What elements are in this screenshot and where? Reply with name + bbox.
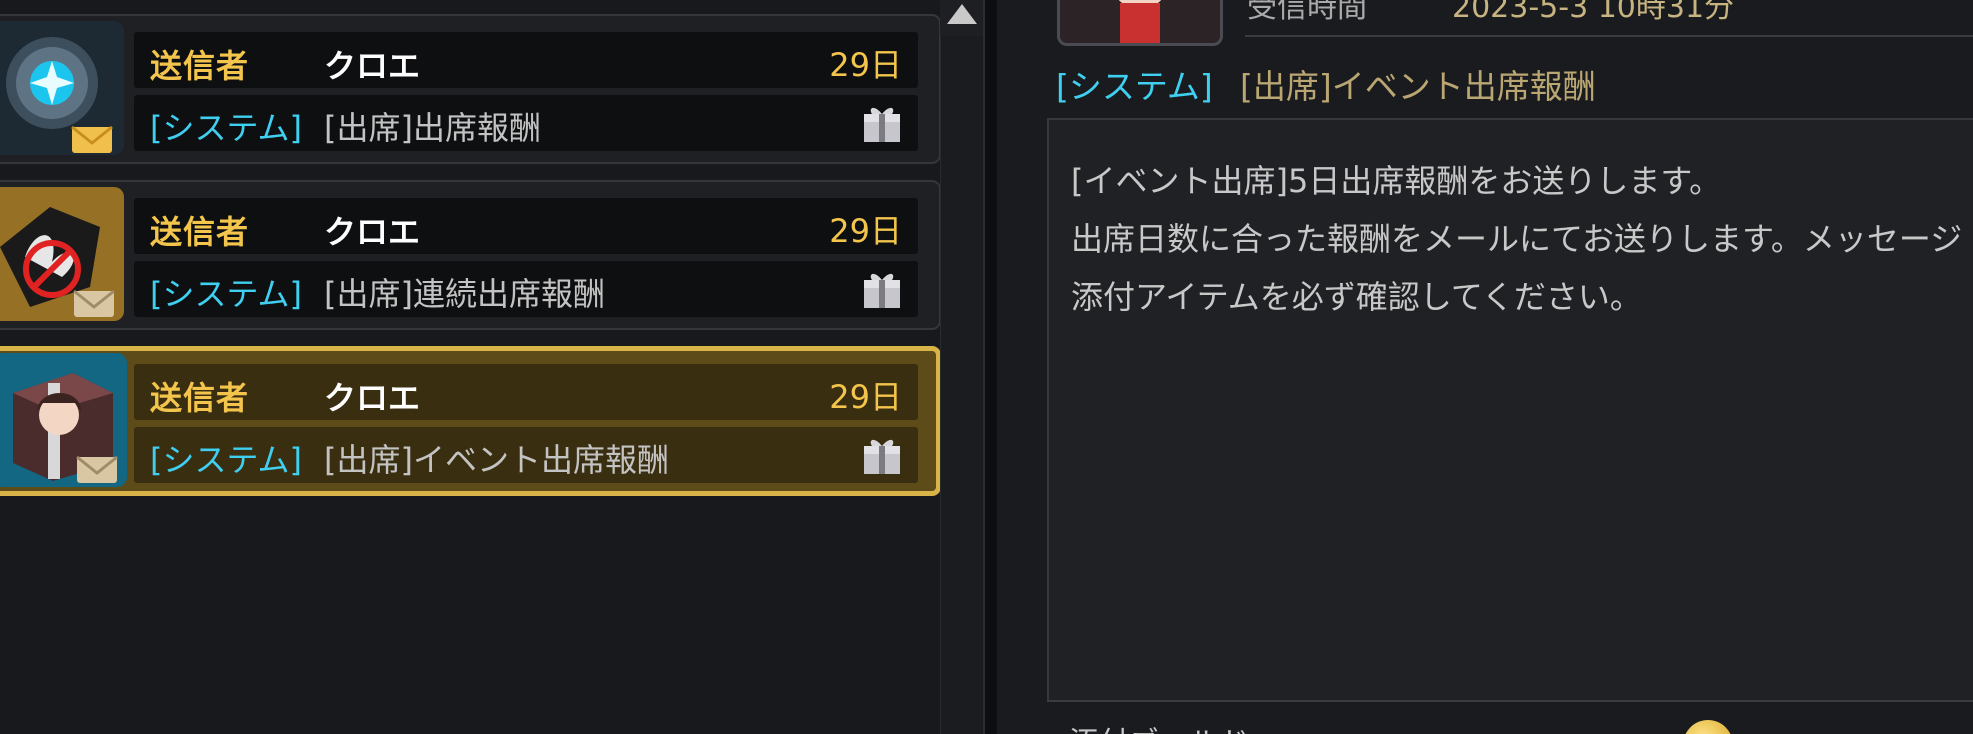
received-time-label: 受信時間 xyxy=(1247,0,1367,25)
sender-name: クロエ xyxy=(324,47,421,85)
header-divider xyxy=(1245,35,1973,37)
attachment-label: 添付ゴールド xyxy=(1069,718,1249,734)
mail-subject: [出席]出席報酬 xyxy=(324,109,541,147)
sender-avatar xyxy=(1057,0,1223,46)
glowing-crystal-icon xyxy=(0,21,124,155)
body-line: 出席日数に合った報酬をメールにてお送りします。メッセージ xyxy=(1071,220,1963,258)
sender-label: 送信者 xyxy=(150,47,250,85)
mail-subject-row: [システム] [出席]イベント出席報酬 xyxy=(134,427,918,483)
mail-list-item[interactable]: 送信者 クロエ 29日 [システム] [出席]出席報酬 xyxy=(0,14,941,164)
received-time-value: 2023-5-3 10時31分 xyxy=(1452,0,1735,25)
gift-icon xyxy=(862,268,902,310)
detail-title: [出席]イベント出席報酬 xyxy=(1240,67,1596,106)
mail-sender-row: 送信者 クロエ 29日 xyxy=(134,364,918,420)
attachment-divider xyxy=(1047,700,1973,702)
mail-sender-row: 送信者 クロエ 29日 xyxy=(134,32,918,88)
system-tag: [システム] xyxy=(150,441,303,479)
sender-name: クロエ xyxy=(324,379,421,417)
sender-label: 送信者 xyxy=(150,213,250,251)
winged-seal-icon xyxy=(0,187,124,321)
sender-label: 送信者 xyxy=(150,379,250,417)
days-left: 29日 xyxy=(829,46,902,84)
gold-coin-icon xyxy=(1683,720,1733,734)
list-scrollbar[interactable] xyxy=(940,0,984,734)
mail-subject: [出席]イベント出席報酬 xyxy=(324,441,669,479)
system-tag: [システム] xyxy=(150,275,303,313)
mail-window: 送信者 クロエ 29日 [システム] [出席]出席報酬 送信者 クロエ 29日 … xyxy=(0,0,1973,734)
sender-name: クロエ xyxy=(324,213,421,251)
mail-sender-row: 送信者 クロエ 29日 xyxy=(134,198,918,254)
mail-subject: [出席]連続出席報酬 xyxy=(324,275,605,313)
scroll-up-arrow-icon[interactable] xyxy=(940,0,983,36)
body-line: 添付アイテムを必ず確認してください。 xyxy=(1071,278,1642,316)
body-line: [イベント出席]5日出席報酬をお送りします。 xyxy=(1071,162,1722,200)
mail-list-pane: 送信者 クロエ 29日 [システム] [出席]出席報酬 送信者 クロエ 29日 … xyxy=(0,0,985,734)
character-gift-box-icon xyxy=(0,353,127,487)
mail-subject-row: [システム] [出席]連続出席報酬 xyxy=(134,261,918,317)
mail-list-item-selected[interactable]: 送信者 クロエ 29日 [システム] [出席]イベント出席報酬 xyxy=(0,346,941,496)
detail-system-tag: [システム] xyxy=(1056,67,1213,106)
detail-header: 受信時間 2023-5-3 10時31分 [システム] [出席]イベント出席報酬 xyxy=(997,0,1973,120)
mail-subject-row: [システム] [出席]出席報酬 xyxy=(134,95,918,151)
days-left: 29日 xyxy=(829,378,902,416)
system-tag: [システム] xyxy=(150,109,303,147)
mail-list-item[interactable]: 送信者 クロエ 29日 [システム] [出席]連続出席報酬 xyxy=(0,180,941,330)
days-left: 29日 xyxy=(829,212,902,250)
gift-icon xyxy=(862,102,902,144)
mail-body: [イベント出席]5日出席報酬をお送りします。 出席日数に合った報酬をメールにてお… xyxy=(1047,118,1973,702)
mail-detail-pane: 受信時間 2023-5-3 10時31分 [システム] [出席]イベント出席報酬… xyxy=(997,0,1973,734)
gift-icon xyxy=(862,434,902,476)
